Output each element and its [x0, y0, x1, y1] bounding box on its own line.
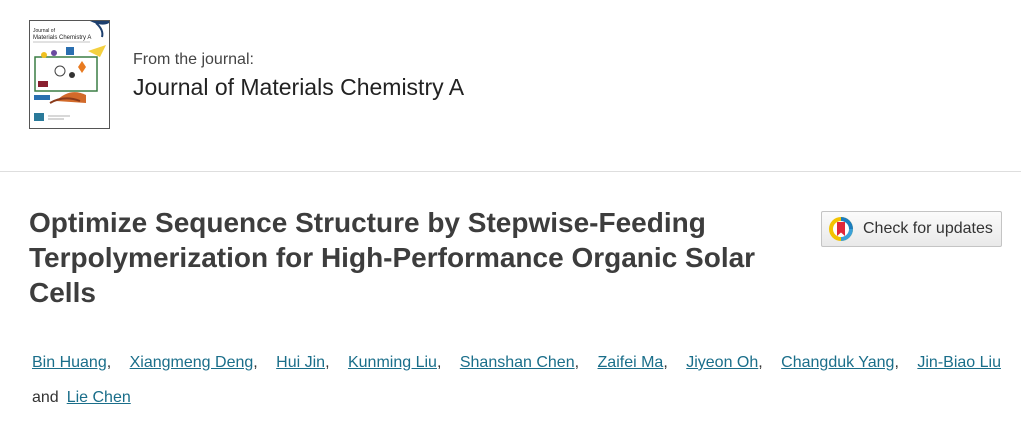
cover-title-line1: Journal of — [33, 28, 56, 34]
author-separator: , — [253, 354, 258, 371]
author-link[interactable]: Jin-Biao Liu — [917, 354, 1001, 371]
author-separator: , — [436, 354, 442, 371]
check-for-updates-button[interactable]: Check for updates — [821, 211, 1002, 247]
article-title: Optimize Sequence Structure by Stepwise-… — [29, 207, 756, 308]
check-for-updates-label: Check for updates — [863, 220, 993, 237]
journal-name-link[interactable]: Journal of Materials Chemistry A — [133, 72, 464, 102]
author-list: Bin Huang, Xiangmeng Deng, Hui Jin, Kunm… — [32, 345, 1002, 415]
author-link[interactable]: Jiyeon Oh — [686, 354, 758, 371]
author-conjunction: and — [32, 389, 59, 406]
author-separator: , — [894, 354, 899, 371]
author-link[interactable]: Lie Chen — [67, 389, 131, 406]
author-separator: , — [106, 354, 112, 371]
journal-header: Journal of Materials Chemistry A From th… — [0, 0, 1021, 171]
author-separator: , — [758, 354, 763, 371]
author-separator: , — [325, 354, 330, 371]
header-divider — [0, 171, 1021, 172]
cover-title-line2: Materials Chemistry A — [33, 35, 91, 41]
author-link[interactable]: Kunming Liu — [348, 354, 437, 371]
author-separator: , — [663, 354, 668, 371]
author-link[interactable]: Shanshan Chen — [460, 354, 575, 371]
author-link[interactable]: Zaifei Ma — [598, 354, 664, 371]
journal-cover-image[interactable]: Journal of Materials Chemistry A — [29, 20, 110, 129]
author-separator: , — [574, 354, 580, 371]
author-link[interactable]: Xiangmeng Deng — [130, 354, 254, 371]
author-link[interactable]: Changduk Yang — [781, 354, 894, 371]
author-link[interactable]: Hui Jin — [276, 354, 325, 371]
journal-meta: From the journal: Journal of Materials C… — [133, 50, 464, 102]
author-link[interactable]: Bin Huang — [32, 354, 107, 371]
crossmark-icon — [829, 217, 853, 241]
from-journal-label: From the journal: — [133, 51, 254, 68]
